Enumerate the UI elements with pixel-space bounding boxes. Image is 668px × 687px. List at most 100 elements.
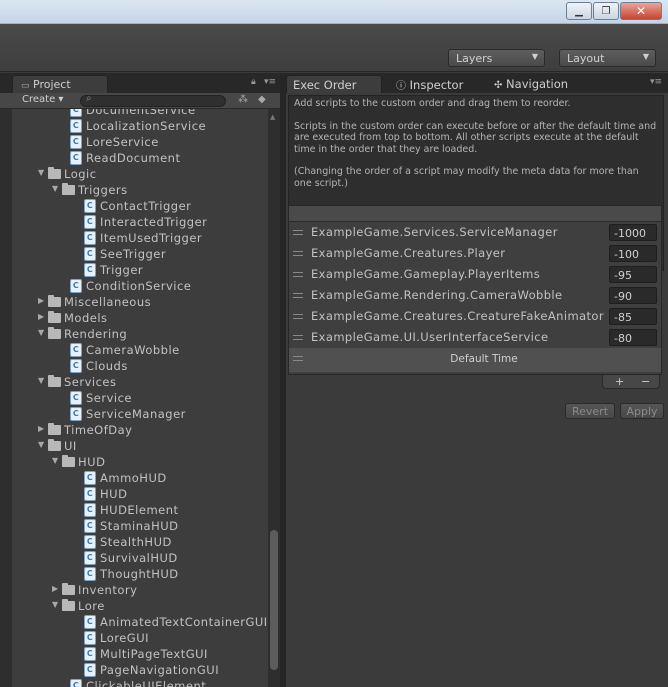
expanded-arrow-icon[interactable]: ▼ xyxy=(38,376,45,385)
expanded-arrow-icon[interactable]: ▼ xyxy=(52,600,59,609)
tree-item-label: LoreService xyxy=(86,135,159,149)
csharp-script-icon: C xyxy=(84,647,96,661)
expanded-arrow-icon[interactable]: ▼ xyxy=(52,184,59,193)
drag-handle-icon[interactable] xyxy=(293,314,303,319)
tree-item-label: PageNavigationGUI xyxy=(100,663,220,677)
tree-item-label: HUDElement xyxy=(100,503,179,517)
csharp-script-icon: C xyxy=(84,551,96,565)
tree-item-label: Services xyxy=(64,375,117,389)
tree-item-label: SeeTrigger xyxy=(100,247,167,261)
expanded-arrow-icon[interactable]: ▼ xyxy=(38,168,45,177)
add-script-button[interactable]: + xyxy=(615,375,624,388)
script-name: ExampleGame.Creatures.CreatureFakeAnimat… xyxy=(311,309,604,323)
tree-item-label: Models xyxy=(64,311,108,325)
tree-item-label: Miscellaneous xyxy=(64,295,152,309)
drag-handle-icon[interactable] xyxy=(293,272,303,277)
minimize-button[interactable]: ▁ xyxy=(566,2,592,20)
expanded-arrow-icon[interactable]: ▼ xyxy=(38,328,45,337)
create-dropdown[interactable]: Create ▾ xyxy=(22,94,63,105)
tree-item-label: StealthHUD xyxy=(100,535,172,549)
tab-inspector[interactable]: ⓘ Inspector xyxy=(390,75,469,93)
help-text-2: Scripts in the custom order can execute … xyxy=(294,120,657,155)
close-button[interactable]: ✕ xyxy=(620,2,662,20)
tab-project[interactable]: ▭ Project xyxy=(12,75,108,93)
collapsed-arrow-icon[interactable]: ▶ xyxy=(52,584,59,593)
csharp-script-icon: C xyxy=(84,263,96,277)
tree-item-label: DocumentService xyxy=(86,109,196,117)
project-scrollbar[interactable]: ▲ xyxy=(268,109,280,687)
default-time-row[interactable]: Default Time xyxy=(289,348,661,372)
navigation-icon: ✣ xyxy=(494,80,503,91)
collapsed-arrow-icon[interactable]: ▶ xyxy=(38,424,45,433)
lock-icon[interactable]: 🔒︎ xyxy=(251,77,256,87)
folder-icon xyxy=(48,375,61,387)
tab-navigation[interactable]: ✣ Navigation xyxy=(488,75,574,93)
tab-navigation-label: Navigation xyxy=(506,77,569,91)
execution-order-field[interactable]: -100 xyxy=(609,245,657,262)
tree-item-label: ClickableUIElement xyxy=(86,679,207,687)
exec-order-row[interactable]: ExampleGame.Creatures.Player -100 xyxy=(289,243,661,264)
layout-dropdown[interactable]: Layout ▼ xyxy=(559,49,656,67)
execution-order-field[interactable]: -95 xyxy=(609,266,657,283)
expanded-arrow-icon[interactable]: ▼ xyxy=(38,440,45,449)
minimize-icon: ▁ xyxy=(575,5,583,17)
tree-item-label: HUD xyxy=(78,455,106,469)
folder-pane-edge xyxy=(0,109,12,687)
maximize-button[interactable]: ❐ xyxy=(593,2,619,20)
tree-item-label: TimeOfDay xyxy=(64,423,133,437)
script-name: ExampleGame.Rendering.CameraWobble xyxy=(311,288,563,302)
apply-button[interactable]: Apply xyxy=(620,403,664,419)
layers-dropdown[interactable]: Layers ▼ xyxy=(448,49,545,67)
folder-icon xyxy=(48,327,61,339)
tree-item-label: CameraWobble xyxy=(86,343,180,357)
tree-item-label: ContactTrigger xyxy=(100,199,192,213)
collapsed-arrow-icon[interactable]: ▶ xyxy=(38,312,45,321)
folder-icon xyxy=(62,583,75,595)
scroll-up-icon[interactable]: ▲ xyxy=(270,113,275,121)
exec-order-row[interactable]: ExampleGame.Services.ServiceManager -1000 xyxy=(289,222,661,243)
editor-toolbar: Layers ▼ Layout ▼ xyxy=(0,24,668,72)
csharp-script-icon: C xyxy=(84,231,96,245)
panel-menu-icon[interactable]: ▾≡ xyxy=(264,77,276,87)
scrollbar-thumb[interactable] xyxy=(270,530,278,670)
tab-exec-order[interactable]: Exec Order xyxy=(286,75,382,93)
csharp-script-icon: C xyxy=(84,615,96,629)
exec-order-row[interactable]: ExampleGame.UI.UserInterfaceService -80 xyxy=(289,327,661,348)
exec-order-row[interactable]: ExampleGame.Gameplay.PlayerItems -95 xyxy=(289,264,661,285)
folder-icon xyxy=(62,599,75,611)
execution-order-field[interactable]: -80 xyxy=(609,329,657,346)
csharp-script-icon: C xyxy=(84,535,96,549)
csharp-script-icon: C xyxy=(70,109,82,117)
layers-dropdown-label: Layers xyxy=(456,52,493,65)
close-icon: ✕ xyxy=(635,4,647,18)
exec-order-row[interactable]: ExampleGame.Creatures.CreatureFakeAnimat… xyxy=(289,306,661,327)
filter-by-type-icon[interactable]: ⁂ xyxy=(238,94,248,105)
add-remove-controls: + − xyxy=(602,375,660,389)
execution-order-field[interactable]: -85 xyxy=(609,308,657,325)
execution-order-field[interactable]: -1000 xyxy=(609,224,657,241)
revert-button[interactable]: Revert xyxy=(565,403,615,419)
expanded-arrow-icon[interactable]: ▼ xyxy=(52,456,59,465)
filter-by-label-icon[interactable]: ◆ xyxy=(258,94,266,105)
remove-script-button[interactable]: − xyxy=(641,375,650,388)
drag-handle-icon[interactable] xyxy=(293,335,303,340)
tree-item-label: ConditionService xyxy=(86,279,192,293)
tree-item-label: Logic xyxy=(64,167,97,181)
script-name: ExampleGame.Services.ServiceManager xyxy=(311,225,558,239)
execution-order-field[interactable]: -90 xyxy=(609,287,657,304)
exec-order-row[interactable]: ExampleGame.Rendering.CameraWobble -90 xyxy=(289,285,661,306)
script-name: ExampleGame.UI.UserInterfaceService xyxy=(311,330,549,344)
chevron-down-icon: ▼ xyxy=(531,52,538,61)
drag-handle-icon[interactable] xyxy=(293,251,303,256)
right-tab-row: Exec Order ⓘ Inspector ✣ Navigation ▾≡ xyxy=(286,73,668,93)
drag-handle-icon[interactable] xyxy=(293,230,303,235)
tree-item-label: StaminaHUD xyxy=(100,519,179,533)
search-input[interactable]: ⌕ xyxy=(80,93,226,107)
panel-menu-icon[interactable]: ▾≡ xyxy=(650,77,662,87)
tree-item-label: SurvivalHUD xyxy=(100,551,178,565)
restore-icon: ❐ xyxy=(601,5,611,17)
drag-handle-icon[interactable] xyxy=(293,293,303,298)
tree-item-label: ThoughtHUD xyxy=(100,567,179,581)
folder-icon xyxy=(48,311,61,323)
collapsed-arrow-icon[interactable]: ▶ xyxy=(38,296,45,305)
